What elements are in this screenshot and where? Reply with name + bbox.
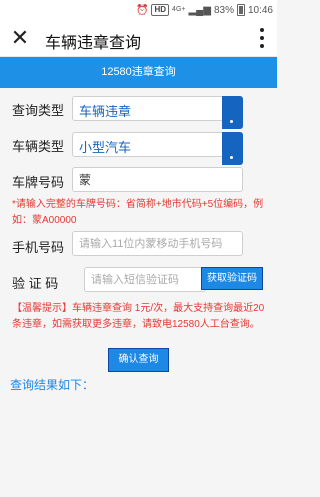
alarm-icon: ⏰	[136, 4, 149, 16]
vehicle-type-value: 小型汽车	[79, 140, 132, 155]
more-options-icon[interactable]	[259, 28, 265, 48]
confirm-query-button[interactable]: 确认查询	[108, 348, 169, 372]
phone-label: 手机号码	[12, 240, 65, 255]
status-indicators: ⏰ HD 4G+ ▂▄▆ 83% 10:46	[136, 3, 273, 17]
chevron-down-icon[interactable]	[222, 96, 243, 129]
phone-input[interactable]: 请输入11位内蒙移动手机号码	[72, 231, 243, 256]
get-code-button[interactable]: 获取验证码	[201, 267, 263, 290]
status-bar: ⏰ HD 4G+ ▂▄▆ 83% 10:46	[0, 0, 277, 20]
page-title: 车辆违章查询	[45, 35, 142, 52]
battery-percent: 83%	[213, 4, 234, 16]
query-type-value: 车辆违章	[79, 104, 132, 119]
clock-time: 10:46	[247, 4, 273, 16]
vehicle-type-label: 车辆类型	[12, 139, 65, 154]
code-input[interactable]: 请输入短信验证码	[84, 267, 206, 292]
app-bar: ✕ 车辆违章查询	[0, 20, 277, 57]
network-badge: 4G+	[172, 6, 186, 13]
notice-text: 【温馨提示】车辆违章查询 1元/次，最大支持查询最近20条违章，如需获取更多违章…	[12, 303, 265, 330]
close-icon[interactable]: ✕	[10, 27, 30, 49]
header-banner: 12580违章查询	[0, 57, 277, 88]
plate-hint: *请输入完整的车牌号码：省简称+地市代码+5位编码，例如：蒙A00000	[12, 199, 264, 226]
battery-icon	[236, 4, 245, 16]
plate-input[interactable]: 蒙	[72, 167, 243, 192]
chevron-down-icon[interactable]	[222, 132, 243, 165]
code-label: 验 证 码	[12, 276, 59, 291]
hd-badge: HD	[151, 4, 170, 16]
vehicle-type-select[interactable]: 小型汽车	[72, 132, 243, 165]
query-type-select[interactable]: 车辆违章	[72, 96, 243, 129]
result-title: 查询结果如下：	[10, 378, 95, 392]
plate-label: 车牌号码	[12, 175, 65, 190]
query-type-label: 查询类型	[12, 103, 65, 118]
signal-icon: ▂▄▆	[188, 4, 211, 16]
